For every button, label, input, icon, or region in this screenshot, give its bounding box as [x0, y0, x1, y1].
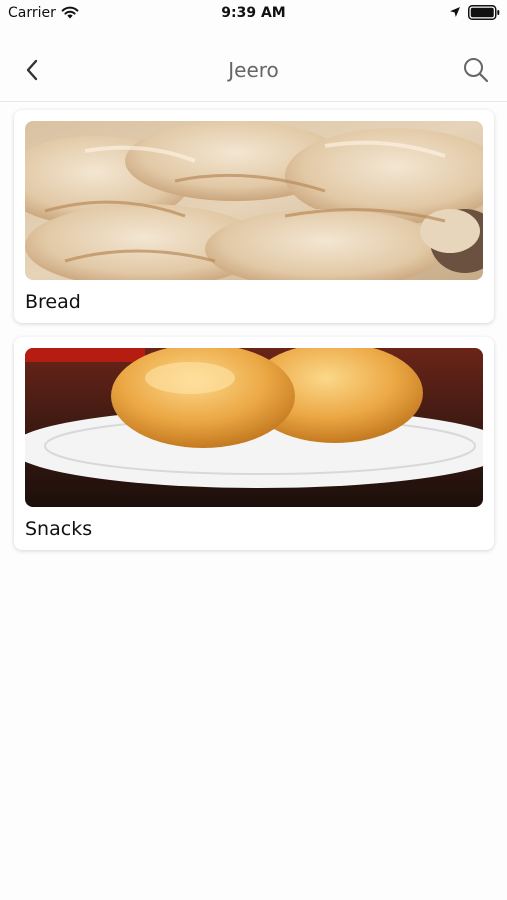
- page-title: Jeero: [228, 58, 279, 82]
- category-card-bread[interactable]: Bread: [14, 110, 494, 323]
- nav-bar: Jeero: [0, 40, 507, 102]
- search-button[interactable]: [458, 52, 494, 88]
- location-arrow-icon: [450, 7, 460, 17]
- battery-icon: [468, 5, 500, 20]
- category-card-snacks[interactable]: Snacks: [14, 337, 494, 550]
- donuts-photo: [25, 348, 483, 507]
- category-list: Bread Snacks: [14, 110, 494, 564]
- bread-photo: [25, 121, 483, 280]
- status-bar: Carrier 9:39 AM: [0, 0, 507, 28]
- category-label-snacks: Snacks: [25, 518, 93, 540]
- category-label-bread: Bread: [25, 291, 81, 313]
- search-icon: [464, 58, 489, 83]
- status-time: 9:39 AM: [221, 5, 286, 21]
